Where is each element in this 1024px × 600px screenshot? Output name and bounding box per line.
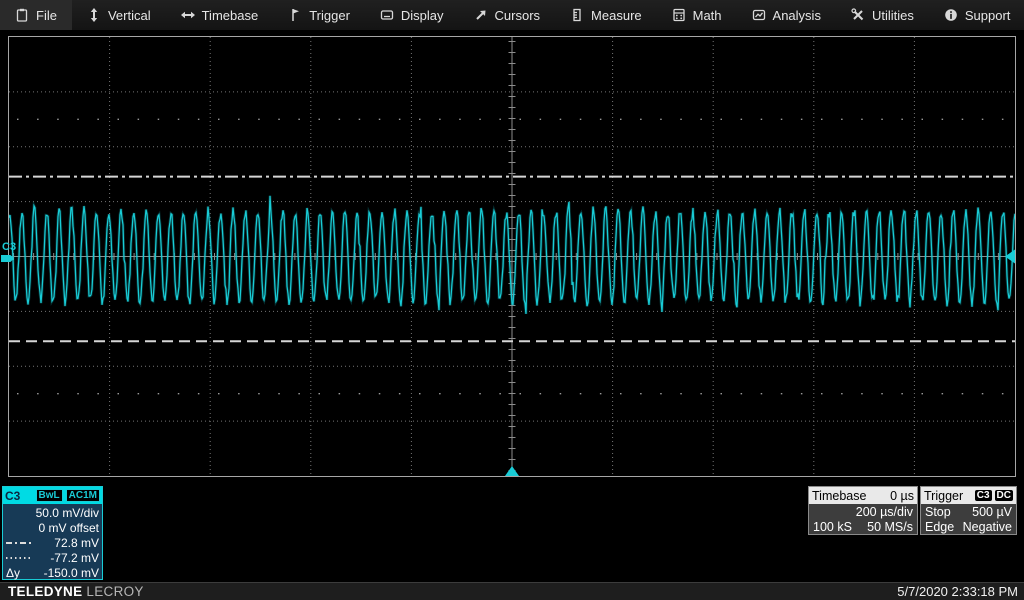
dashdot-cursor-icon xyxy=(6,542,32,544)
vertical-arrows-icon xyxy=(87,8,101,22)
trigger-title: Trigger xyxy=(924,489,963,503)
time-per-div-value: 200 µs/div xyxy=(856,505,913,519)
menu-item-label: Measure xyxy=(591,8,642,23)
menu-item-label: Analysis xyxy=(773,8,821,23)
trigger-header: Trigger C3 DC xyxy=(921,487,1016,504)
menu-item-display[interactable]: Display xyxy=(365,0,459,30)
menu-item-label: File xyxy=(36,8,57,23)
menu-item-label: Trigger xyxy=(309,8,350,23)
horizontal-arrows-icon xyxy=(181,8,195,22)
menu-item-file[interactable]: File xyxy=(0,0,72,30)
cursor-arrow-icon xyxy=(474,8,488,22)
delta-y-value: -150.0 mV xyxy=(44,566,99,580)
trigger-type-row: Edge Negative xyxy=(921,519,1016,534)
bandwidth-limit-badge: BwL xyxy=(36,489,63,502)
menu-item-timebase[interactable]: Timebase xyxy=(166,0,274,30)
menu-item-label: Math xyxy=(693,8,722,23)
menu-item-label: Utilities xyxy=(872,8,914,23)
menu-item-trigger[interactable]: Trigger xyxy=(273,0,365,30)
trigger-time-marker xyxy=(505,466,519,476)
trigger-source-badge: C3 xyxy=(975,490,992,501)
oscilloscope-app: File Vertical Timebase Trigger xyxy=(0,0,1024,600)
teledyne-lecroy-logo: TELEDYNE LECROY xyxy=(0,584,144,599)
sample-count: 100 kS xyxy=(813,520,852,534)
menu-item-math[interactable]: Math xyxy=(657,0,737,30)
menu-item-analysis[interactable]: Analysis xyxy=(737,0,836,30)
trigger-mode: Stop xyxy=(925,505,951,519)
channel-descriptor-header: C3 BwL AC1M xyxy=(3,487,102,504)
menu-item-label: Support xyxy=(965,8,1011,23)
cursor-bottom-value: -77.2 mV xyxy=(50,551,99,565)
timebase-descriptor[interactable]: Timebase 0 µs 200 µs/div 100 kS 50 MS/s xyxy=(808,486,918,535)
channel-marker-c3[interactable]: C3 xyxy=(2,241,16,253)
trigger-type: Edge xyxy=(925,520,954,534)
menu-item-vertical[interactable]: Vertical xyxy=(72,0,166,30)
channel-name: C3 xyxy=(5,489,20,503)
menu-item-label: Cursors xyxy=(495,8,541,23)
delta-y-readout-row: Δy -150.0 mV xyxy=(6,565,99,580)
waveform-display[interactable]: C3 xyxy=(8,36,1016,477)
menu-item-cursors[interactable]: Cursors xyxy=(459,0,556,30)
trigger-mode-row: Stop 500 µV xyxy=(921,504,1016,519)
menu-item-label: Timebase xyxy=(202,8,259,23)
cursor-bottom-readout-row: -77.2 mV xyxy=(6,550,99,565)
timebase-title: Timebase xyxy=(812,489,866,503)
delta-y-label: Δy xyxy=(6,566,20,580)
cursor-top-value: 72.8 mV xyxy=(54,536,99,550)
time-per-div-row: 200 µs/div xyxy=(809,504,917,519)
menu-bar: File Vertical Timebase Trigger xyxy=(0,0,1024,31)
channel-descriptor-body: 50.0 mV/div 0 mV offset 72.8 mV -77.2 mV… xyxy=(3,504,102,581)
sample-rate: 50 MS/s xyxy=(867,520,913,534)
menu-item-label: Display xyxy=(401,8,444,23)
menu-item-label: Vertical xyxy=(108,8,151,23)
menu-item-utilities[interactable]: Utilities xyxy=(836,0,929,30)
volts-per-div-readout: 50.0 mV/div xyxy=(6,505,99,520)
trigger-coupling-badge: DC xyxy=(995,490,1013,501)
channel-descriptor-c3[interactable]: C3 BwL AC1M 50.0 mV/div 0 mV offset 72.8… xyxy=(2,486,103,580)
math-calculator-icon xyxy=(672,8,686,22)
file-icon xyxy=(15,8,29,22)
trigger-flag-icon xyxy=(288,8,302,22)
coupling-badge: AC1M xyxy=(66,489,100,502)
brand-primary: TELEDYNE xyxy=(8,584,82,599)
trigger-descriptor[interactable]: Trigger C3 DC Stop 500 µV Edge Negative xyxy=(920,486,1017,535)
measure-icon xyxy=(570,8,584,22)
menu-item-support[interactable]: Support xyxy=(929,0,1024,30)
support-info-icon xyxy=(944,8,958,22)
scope-canvas xyxy=(9,37,1015,476)
brand-secondary: LECROY xyxy=(86,584,143,599)
display-icon xyxy=(380,8,394,22)
datetime-readout: 5/7/2020 2:33:18 PM xyxy=(897,584,1024,599)
offset-readout: 0 mV offset xyxy=(6,520,99,535)
trigger-slope: Negative xyxy=(963,520,1012,534)
status-bar: TELEDYNE LECROY 5/7/2020 2:33:18 PM xyxy=(0,582,1024,600)
trigger-level: 500 µV xyxy=(972,505,1012,519)
analysis-chart-icon xyxy=(752,8,766,22)
dotted-cursor-icon xyxy=(6,557,32,559)
cursor-top-readout-row: 72.8 mV xyxy=(6,535,99,550)
menu-item-measure[interactable]: Measure xyxy=(555,0,657,30)
timebase-position: 0 µs xyxy=(890,489,914,503)
utilities-tools-icon xyxy=(851,8,865,22)
sampling-row: 100 kS 50 MS/s xyxy=(809,519,917,534)
timebase-header: Timebase 0 µs xyxy=(809,487,917,504)
